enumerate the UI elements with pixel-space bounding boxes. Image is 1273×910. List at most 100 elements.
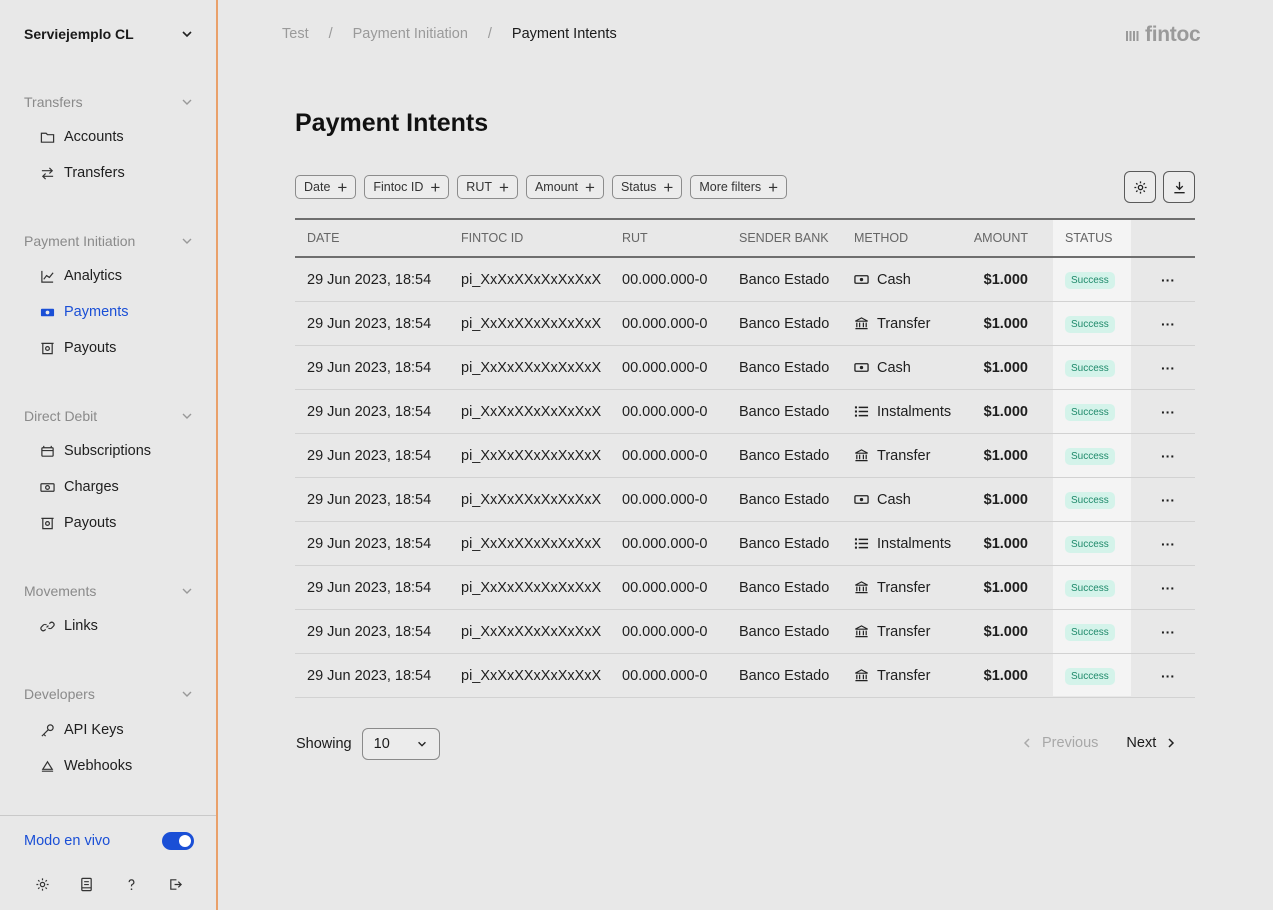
help-icon[interactable] xyxy=(123,876,139,892)
filter-label: Date xyxy=(304,180,331,194)
row-actions-icon[interactable]: ··· xyxy=(1161,536,1175,552)
column-header-amount[interactable]: AMOUNT xyxy=(974,231,1028,245)
table-row[interactable]: 29 Jun 2023, 18:54 pi_XxXxXXxXxXxXxX 00.00… xyxy=(295,346,1195,390)
chevron-down-icon xyxy=(417,741,426,747)
section-direct-debit[interactable]: Direct Debit xyxy=(24,407,194,425)
table-row[interactable]: 29 Jun 2023, 18:54 pi_XxXxXXxXxXxXxX 00.00… xyxy=(295,434,1195,478)
row-actions-icon[interactable]: ··· xyxy=(1161,272,1175,288)
row-actions-icon[interactable]: ··· xyxy=(1161,580,1175,596)
filter-amount[interactable]: Amount + xyxy=(525,175,604,199)
filter-more[interactable]: More filters + xyxy=(690,175,788,199)
filter-date[interactable]: Date + xyxy=(295,175,357,199)
cell-date: 29 Jun 2023, 18:54 xyxy=(307,491,432,508)
cell-method: Cash xyxy=(854,492,911,508)
sidebar-item-label: Transfers xyxy=(64,165,125,181)
chevron-right-icon xyxy=(1168,738,1175,748)
sidebar-item-label: Payouts xyxy=(64,340,117,356)
sidebar-item-analytics[interactable]: Analytics xyxy=(40,266,200,286)
download-button[interactable] xyxy=(1163,171,1195,203)
column-header-date[interactable]: DATE xyxy=(307,231,339,245)
cash-icon xyxy=(40,482,55,492)
filter-rut[interactable]: RUT + xyxy=(457,175,518,199)
section-movements[interactable]: Movements xyxy=(24,582,194,600)
breadcrumb-item-test[interactable]: Test xyxy=(282,26,309,42)
cell-status: Success xyxy=(1065,315,1115,333)
filter-status[interactable]: Status + xyxy=(611,175,683,199)
table-settings-button[interactable] xyxy=(1124,171,1156,203)
sidebar-item-charges[interactable]: Charges xyxy=(40,477,200,497)
cell-fintoc-id: pi_XxXxXXxXxXxXxX xyxy=(461,359,602,376)
table-row[interactable]: 29 Jun 2023, 18:54 pi_XxXxXXxXxXxXxX 00.00… xyxy=(295,610,1195,654)
status-badge: Success xyxy=(1065,315,1115,333)
cell-fintoc-id: pi_XxXxXXxXxXxXxX xyxy=(461,667,602,684)
org-switcher[interactable]: Serviejemplo CL xyxy=(24,24,194,44)
column-header-fintoc-id[interactable]: FINTOC ID xyxy=(461,231,523,245)
sidebar-item-label: Analytics xyxy=(64,268,123,284)
page-size-select[interactable]: 10 xyxy=(361,728,440,760)
table-row[interactable]: 29 Jun 2023, 18:54 pi_XxXxXXxXxXxXxX 00.00… xyxy=(295,522,1195,566)
row-actions-icon[interactable]: ··· xyxy=(1161,492,1175,508)
cell-rut: 00.000.000-0 xyxy=(622,579,708,596)
row-actions-icon[interactable]: ··· xyxy=(1161,448,1175,464)
section-transfers[interactable]: Transfers xyxy=(24,93,194,111)
section-developers[interactable]: Developers xyxy=(24,685,194,703)
sidebar-item-label: Payouts xyxy=(64,515,117,531)
row-actions-icon[interactable]: ··· xyxy=(1161,316,1175,332)
sidebar-item-api-keys[interactable]: API Keys xyxy=(40,720,200,740)
plus-icon: + xyxy=(430,177,441,197)
sidebar-item-accounts[interactable]: Accounts xyxy=(40,127,200,147)
cell-status: Success xyxy=(1065,359,1115,377)
table-row[interactable]: 29 Jun 2023, 18:54 pi_XxXxXXxXxXxXxX 00.00… xyxy=(295,390,1195,434)
method-label: Transfer xyxy=(877,579,931,596)
column-header-method[interactable]: METHOD xyxy=(854,231,908,245)
row-actions-icon[interactable]: ··· xyxy=(1161,404,1175,420)
column-header-rut[interactable]: RUT xyxy=(622,231,648,245)
next-label: Next xyxy=(1126,735,1157,751)
live-mode-toggle[interactable] xyxy=(162,832,194,850)
table-row[interactable]: 29 Jun 2023, 18:54 pi_XxXxXXxXxXxXxX 00.00… xyxy=(295,478,1195,522)
status-badge: Success xyxy=(1065,271,1115,289)
bank-icon xyxy=(854,624,869,639)
section-title: Direct Debit xyxy=(24,408,98,424)
breadcrumb-item-payment-initiation[interactable]: Payment Initiation xyxy=(353,26,468,42)
cell-method: Instalments xyxy=(854,536,951,552)
cell-status: Success xyxy=(1065,535,1115,553)
cell-method: Transfer xyxy=(854,580,930,596)
column-header-sender-bank[interactable]: SENDER BANK xyxy=(739,231,829,245)
sidebar-footer xyxy=(34,875,184,893)
sidebar-item-webhooks[interactable]: Webhooks xyxy=(40,756,200,776)
sidebar-item-links[interactable]: Links xyxy=(40,616,200,636)
folder-icon xyxy=(40,132,55,143)
sidebar-item-payouts[interactable]: Payouts xyxy=(40,338,200,358)
filter-label: More filters xyxy=(699,180,762,194)
row-actions-icon[interactable]: ··· xyxy=(1161,360,1175,376)
table-row[interactable]: 29 Jun 2023, 18:54 pi_XxXxXXxXxXxXxX 00.00… xyxy=(295,566,1195,610)
settings-icon[interactable] xyxy=(34,876,50,892)
docs-icon[interactable] xyxy=(79,876,95,892)
previous-button[interactable]: Previous xyxy=(1022,735,1098,751)
section-payment-initiation[interactable]: Payment Initiation xyxy=(24,232,194,250)
cell-status: Success xyxy=(1065,667,1115,685)
filter-fintoc-id[interactable]: Fintoc ID + xyxy=(364,175,450,199)
table-row[interactable]: 29 Jun 2023, 18:54 pi_XxXxXXxXxXxXxX 00.00… xyxy=(295,654,1195,698)
column-header-status[interactable]: STATUS xyxy=(1065,231,1112,245)
row-actions-icon[interactable]: ··· xyxy=(1161,668,1175,684)
cell-sender-bank: Banco Estado xyxy=(739,447,830,464)
table-row[interactable]: 29 Jun 2023, 18:54 pi_XxXxXXxXxXxXxX 00.00… xyxy=(295,302,1195,346)
row-actions-icon[interactable]: ··· xyxy=(1161,624,1175,640)
method-label: Instalments xyxy=(877,403,952,420)
cell-sender-bank: Banco Estado xyxy=(739,359,830,376)
cell-method: Transfer xyxy=(854,624,930,640)
sidebar-divider xyxy=(0,815,216,816)
sidebar-item-payouts-debit[interactable]: Payouts xyxy=(40,513,200,533)
section-title: Payment Initiation xyxy=(24,233,136,249)
chevron-down-icon xyxy=(182,99,192,105)
sidebar-item-subscriptions[interactable]: Subscriptions xyxy=(40,441,200,461)
sidebar-item-payments[interactable]: Payments xyxy=(40,302,200,322)
table-row[interactable]: 29 Jun 2023, 18:54 pi_XxXxXXxXxXxXxX 00.00… xyxy=(295,258,1195,302)
logout-icon[interactable] xyxy=(168,876,184,892)
next-button[interactable]: Next xyxy=(1126,735,1176,751)
section-title: Developers xyxy=(24,686,95,702)
sidebar: Serviejemplo CL Transfers Accounts Trans… xyxy=(0,0,218,910)
sidebar-item-transfers[interactable]: Transfers xyxy=(40,163,200,183)
